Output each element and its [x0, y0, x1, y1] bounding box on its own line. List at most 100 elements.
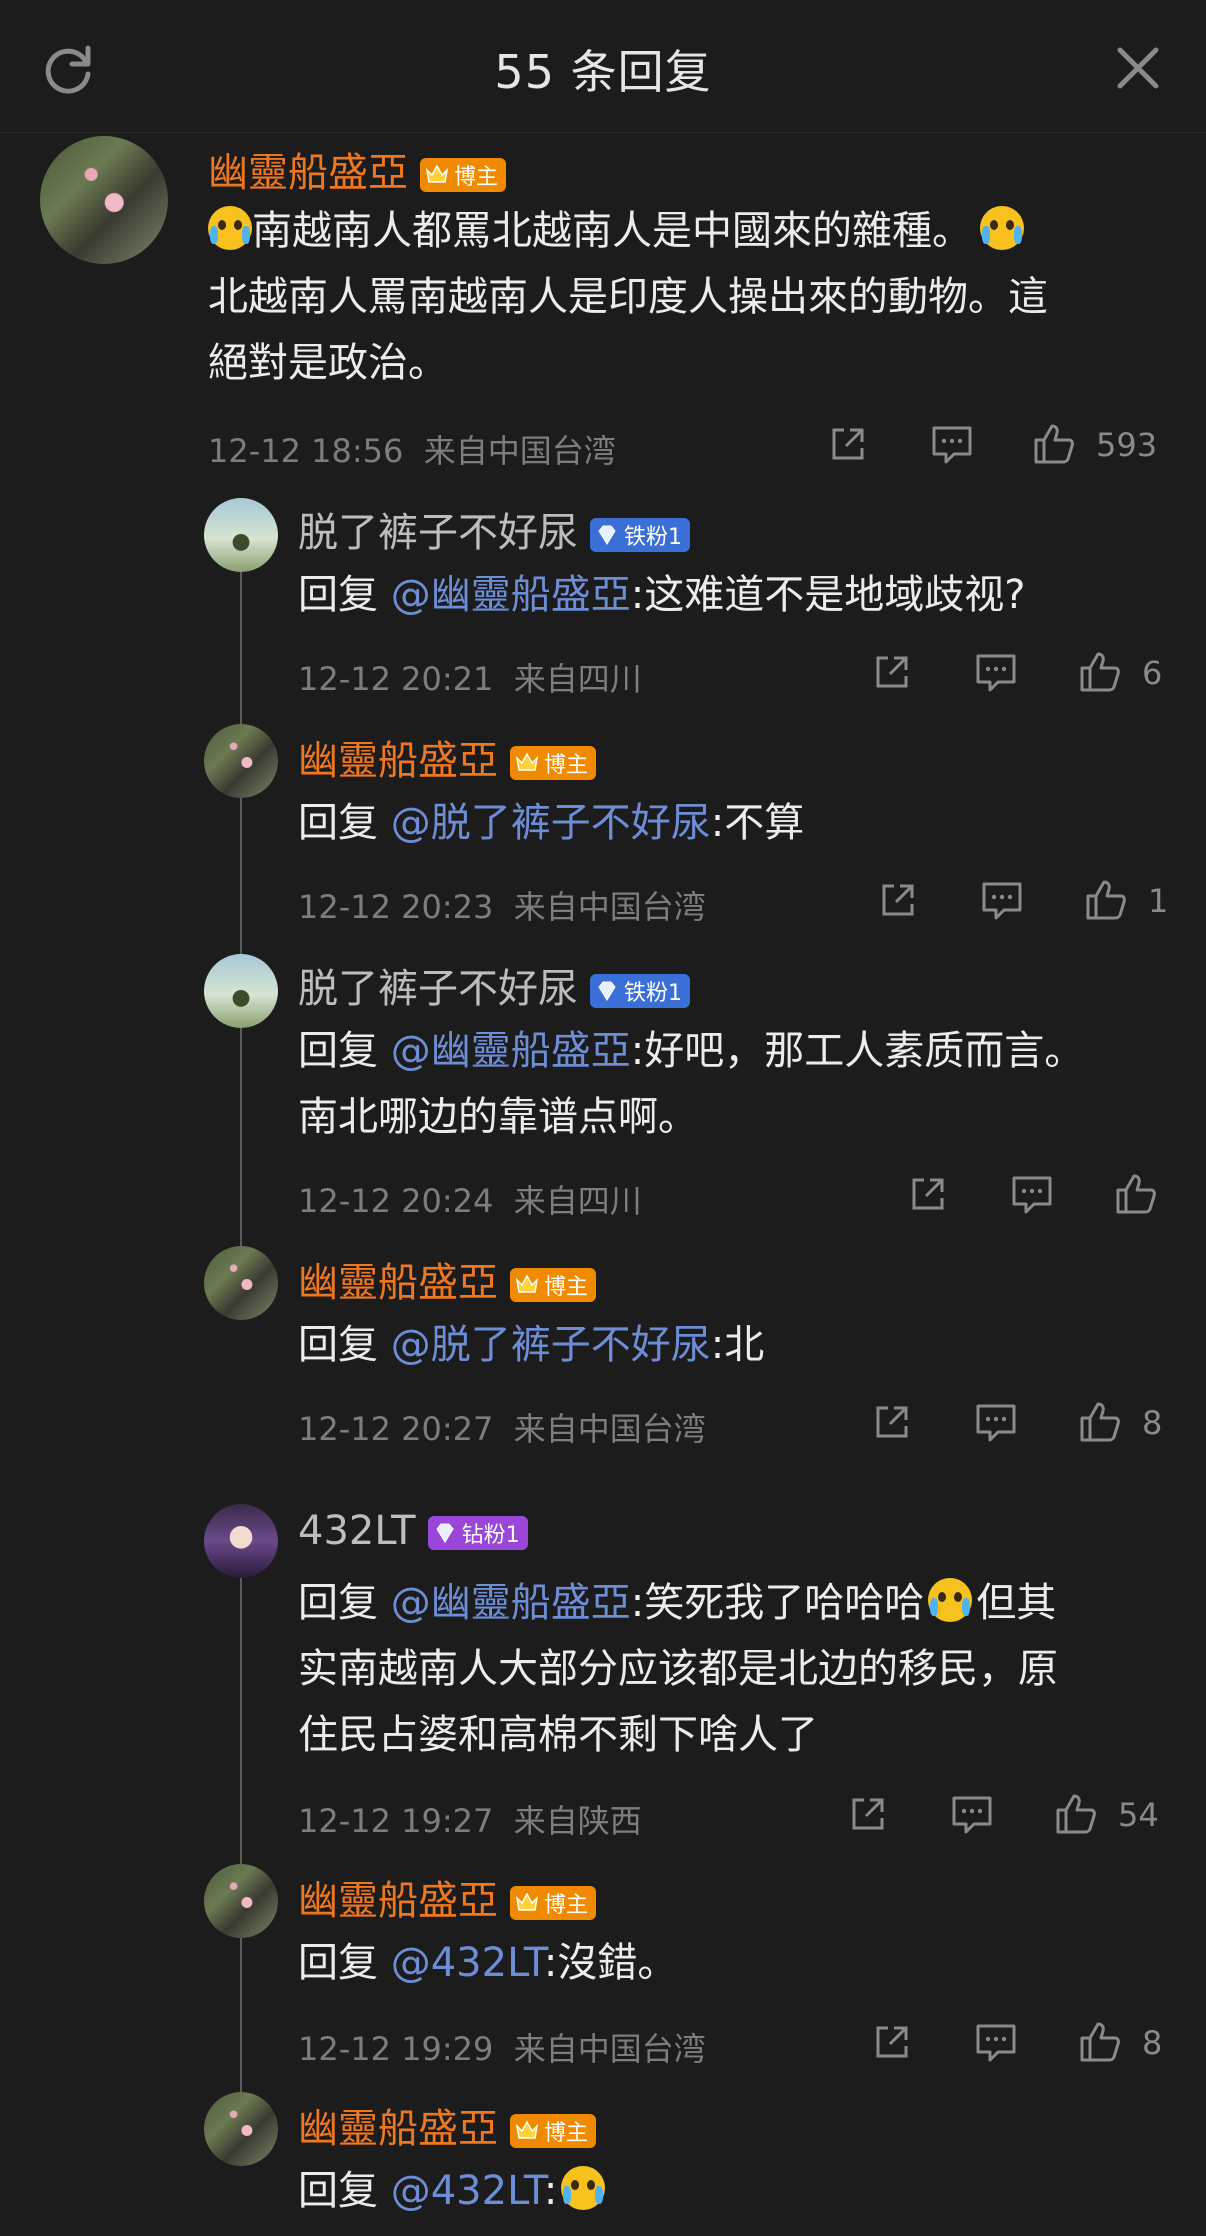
like-icon[interactable]	[1084, 878, 1128, 922]
avatar[interactable]	[40, 136, 168, 264]
reply-body: :	[543, 2168, 558, 2214]
reply-text: 回复 @幽靈船盛亞:好吧，那工人素质而言。 南北哪边的靠谱点啊。	[298, 1018, 1178, 1150]
close-icon[interactable]	[1110, 40, 1166, 96]
avatar[interactable]	[204, 954, 278, 1028]
crown-icon	[514, 2118, 540, 2144]
like-icon[interactable]	[1078, 1400, 1122, 1444]
reply-author[interactable]: 幽靈船盛亞 博主	[298, 1868, 597, 1926]
share-icon[interactable]	[846, 1792, 890, 1836]
reply-text: 回复 @幽靈船盛亞:这难道不是地域歧视?	[298, 562, 1025, 628]
crying-emoji-icon	[561, 2166, 606, 2210]
reply-author[interactable]: 幽靈船盛亞 博主	[298, 728, 597, 786]
reply-author[interactable]: 脱了裤子不好尿 铁粉1	[298, 500, 690, 558]
like-count: 593	[1096, 426, 1158, 464]
location: 来自陕西	[513, 1802, 642, 1840]
page-title: 55 条回复	[494, 45, 712, 99]
comment-text: 南越南人都罵北越南人是中國來的雜種。 北越南人罵南越南人是印度人操出來的動物。這…	[208, 198, 1168, 396]
mention-link[interactable]: @幽靈船盛亞	[391, 1580, 631, 1626]
avatar[interactable]	[204, 2092, 278, 2166]
comment-icon[interactable]	[1010, 1172, 1054, 1216]
host-badge: 博主	[510, 1886, 597, 1920]
author-name[interactable]: 幽靈船盛亞	[298, 1260, 498, 1306]
author-name[interactable]: 脱了裤子不好尿	[298, 510, 578, 556]
reply-prefix: 回复	[298, 1028, 391, 1074]
reply-author[interactable]: 幽靈船盛亞 博主	[298, 1250, 597, 1308]
timestamp: 12-12 18:56	[208, 432, 404, 470]
avatar[interactable]	[204, 1246, 278, 1320]
timestamp: 12-12 20:27	[298, 1410, 494, 1448]
like-icon[interactable]	[1054, 1792, 1098, 1836]
share-icon[interactable]	[870, 1400, 914, 1444]
share-icon[interactable]	[870, 2020, 914, 2064]
mention-link[interactable]: @幽靈船盛亞	[391, 572, 631, 618]
reply-meta: 12-12 19:29 来自中国台湾	[298, 2024, 706, 2070]
gem-icon	[432, 1520, 458, 1546]
author-name[interactable]: 脱了裤子不好尿	[298, 966, 578, 1012]
comment-text-line: 絕對是政治。	[208, 340, 448, 386]
badge-label: 铁粉1	[624, 525, 682, 550]
timestamp: 12-12 19:29	[298, 2030, 494, 2068]
like-icon[interactable]	[1032, 422, 1076, 466]
comment-meta: 12-12 18:56 来自中国台湾	[208, 426, 616, 472]
mention-link[interactable]: @432LT	[391, 2168, 544, 2214]
comment-actions: 593	[820, 422, 1166, 470]
like-count: 1	[1148, 882, 1169, 920]
reply-text: 回复 @脱了裤子不好尿:不算	[298, 790, 804, 856]
mention-link[interactable]: @幽靈船盛亞	[391, 1028, 631, 1074]
share-icon[interactable]	[906, 1172, 950, 1216]
avatar[interactable]	[204, 498, 278, 572]
share-icon[interactable]	[876, 878, 920, 922]
reply-body: :笑死我了哈哈哈	[630, 1580, 925, 1626]
comment-icon[interactable]	[974, 2020, 1018, 2064]
location: 来自四川	[513, 1182, 642, 1220]
reply-author[interactable]: 432LT 钻粉1	[298, 1508, 528, 1554]
comment-icon[interactable]	[974, 650, 1018, 694]
reply-prefix: 回复	[298, 1322, 391, 1368]
reply-body: :北	[710, 1322, 765, 1368]
host-badge: 博主	[510, 2114, 597, 2148]
reply-text: 回复 @幽靈船盛亞:笑死我了哈哈哈 但其 实南越南人大部分应该都是北边的移民，原 …	[298, 1570, 1178, 1768]
badge-label: 博主	[544, 1275, 589, 1300]
host-badge: 博主	[510, 1268, 597, 1302]
like-icon[interactable]	[1078, 2020, 1122, 2064]
mention-link[interactable]: @脱了裤子不好尿	[391, 800, 711, 846]
like-icon[interactable]	[1114, 1172, 1158, 1216]
reply-prefix: 回复	[298, 1580, 391, 1626]
reply-author[interactable]: 脱了裤子不好尿 铁粉1	[298, 956, 690, 1014]
mention-link[interactable]: @432LT	[391, 1940, 544, 1986]
comment-icon[interactable]	[974, 1400, 1018, 1444]
comment-author[interactable]: 幽靈船盛亞 博主	[208, 140, 507, 198]
comment-icon[interactable]	[950, 1792, 994, 1836]
author-name[interactable]: 432LT	[298, 1508, 416, 1554]
author-name[interactable]: 幽靈船盛亞	[208, 150, 408, 196]
mention-link[interactable]: @脱了裤子不好尿	[391, 1322, 711, 1368]
crown-icon	[424, 162, 450, 188]
avatar[interactable]	[204, 724, 278, 798]
comment-icon[interactable]	[980, 878, 1024, 922]
reply-body: 南北哪边的靠谱点啊。	[298, 1094, 698, 1140]
share-icon[interactable]	[870, 650, 914, 694]
badge-label: 铁粉1	[624, 981, 682, 1006]
reply-author[interactable]: 幽靈船盛亞 博主	[298, 2096, 597, 2154]
fan-badge: 钻粉1	[427, 1516, 528, 1550]
author-name[interactable]: 幽靈船盛亞	[298, 1878, 498, 1924]
avatar[interactable]	[204, 1504, 278, 1578]
like-icon[interactable]	[1078, 650, 1122, 694]
like-count: 54	[1118, 1796, 1159, 1834]
reply-body: 但其	[976, 1580, 1057, 1626]
timestamp: 12-12 20:23	[298, 888, 494, 926]
reply-text: 回复 @432LT:沒錯。	[298, 1930, 677, 1996]
location: 来自四川	[513, 660, 642, 698]
comment-icon[interactable]	[930, 422, 974, 466]
crown-icon	[514, 750, 540, 776]
author-name[interactable]: 幽靈船盛亞	[298, 2106, 498, 2152]
share-icon[interactable]	[826, 422, 870, 466]
fan-badge: 铁粉1	[590, 974, 690, 1008]
reply-text: 回复 @432LT:	[298, 2158, 606, 2224]
avatar[interactable]	[204, 1864, 278, 1938]
crying-emoji-icon	[208, 206, 252, 250]
reply-prefix: 回复	[298, 800, 391, 846]
location: 来自中国台湾	[513, 1410, 706, 1448]
timestamp: 12-12 19:27	[298, 1802, 494, 1840]
author-name[interactable]: 幽靈船盛亞	[298, 738, 498, 784]
